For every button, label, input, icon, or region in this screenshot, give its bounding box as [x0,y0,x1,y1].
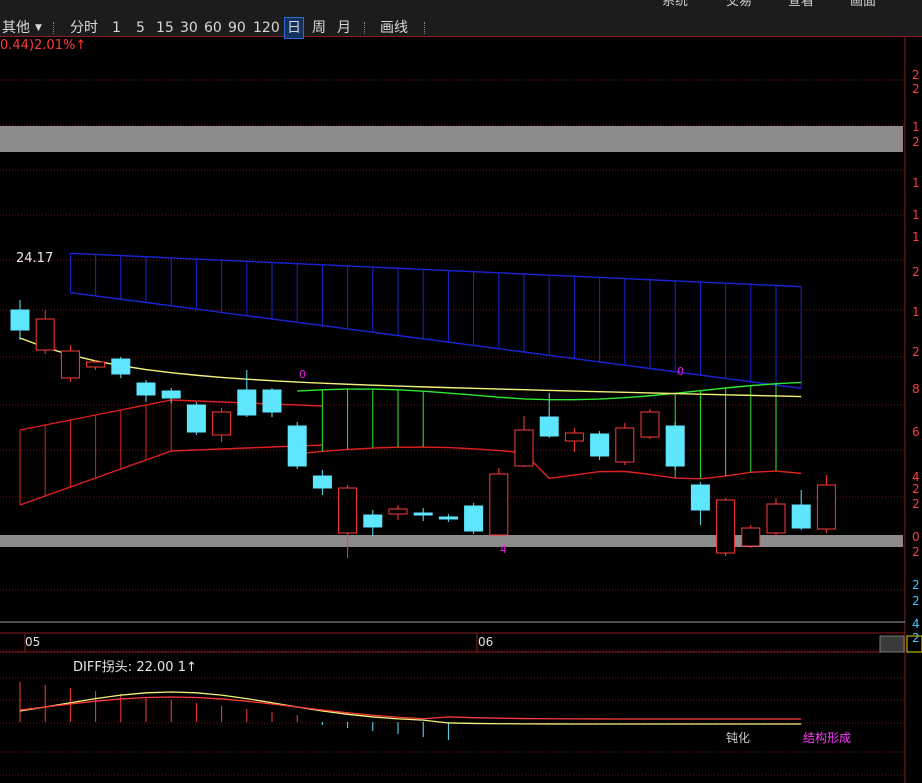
date-label-june: 06 [478,635,494,649]
axis-tick-label: 2 [912,631,920,645]
candle-up [816,484,836,530]
axis-tick-label: 0 [912,530,920,544]
axis-tick-label: 8 [912,382,920,396]
candle-down [464,505,484,532]
date-label-may: 05 [25,635,41,649]
resistance-zone [0,126,903,152]
axis-tick-label: 1 [912,305,920,319]
candle-up [640,411,660,438]
candle-up [564,432,584,442]
axis-tick-label: 2 [912,345,920,359]
candle-up [60,350,80,379]
candle-down [690,484,710,511]
candle-down [186,404,206,433]
candle-down [136,382,156,396]
structure-formed-label: 结构形成 [803,731,852,745]
candle-down [312,475,332,489]
diff-suffix: 1↑ [177,660,197,675]
signal-marker: 0 [677,365,684,378]
candle-up [741,527,761,547]
diff-title: DIFF拐头: [73,660,133,675]
axis-tick-label: 1 [912,230,920,244]
candle-up [338,487,358,534]
axis-tick-label: 6 [912,425,920,439]
axis-tick-label: 2 [912,594,920,608]
candle-up [489,473,509,536]
diff-indicator-label: DIFF拐头: 22.00 1↑ [73,656,197,675]
candle-down [590,433,610,457]
diff-value: 22.00 [136,660,174,675]
signal-marker: 4 [500,543,507,556]
candle-down [363,514,383,528]
candle-down [665,425,685,467]
axis-tick-label: 2 [912,265,920,279]
candle-down [10,309,30,331]
candle-up [514,429,534,467]
candle-up [716,499,736,554]
candle-up [388,508,408,515]
candle-up [86,361,106,368]
candle-down [111,358,131,375]
axis-tick-label: 1 [912,176,920,190]
support-zone [0,535,903,547]
candle-down [161,390,181,399]
high-price-label: 24.17 [16,251,54,266]
candle-up [212,411,232,436]
candle-up [766,503,786,534]
axis-tick-label: 1 [912,120,920,134]
candle-down [539,416,559,437]
candle-down [287,425,307,467]
axis-tick-label: 2 [912,545,920,559]
candle-down [262,389,282,413]
axis-tick-label: 2 [912,68,920,82]
change-percent-label: 0.44)2.01%↑ [0,38,87,53]
axis-tick-label: 4 [912,617,920,631]
upper-band-top [70,252,802,288]
axis-tick-label: 2 [912,578,920,592]
axis-tick-label: 1 [912,208,920,222]
candle-down [438,516,458,520]
lower-band-red-bottom [19,444,323,506]
axis-tick-label: 2 [912,135,920,149]
axis-tick-label: 2 [912,497,920,511]
dunhua-label: 钝化 [726,731,751,745]
axis-tick-label: 2 [912,82,920,96]
candle-down [413,512,433,516]
signal-marker: 0 [299,368,306,381]
candle-down [791,504,811,529]
candle-up [35,318,55,351]
candle-up [615,427,635,463]
scroll-button [879,635,905,653]
axis-tick-label: 2 [912,482,920,496]
candle-down [237,389,257,416]
